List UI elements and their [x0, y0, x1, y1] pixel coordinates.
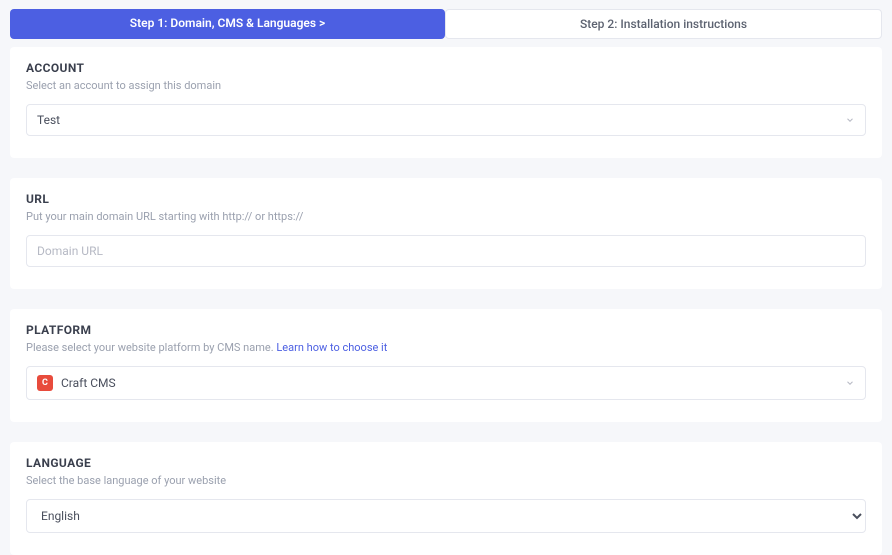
tab-step1[interactable]: Step 1: Domain, CMS & Languages >: [10, 9, 445, 39]
url-subtitle: Put your main domain URL starting with h…: [26, 210, 866, 223]
platform-select-value: Craft CMS: [61, 376, 116, 390]
platform-title: PLATFORM: [26, 323, 866, 337]
chevron-down-icon: [845, 378, 855, 388]
platform-sub-text: Please select your website platform by C…: [26, 341, 276, 354]
platform-select[interactable]: C Craft CMS: [26, 366, 866, 400]
account-title: ACCOUNT: [26, 61, 866, 75]
url-title: URL: [26, 192, 866, 206]
url-input-wrapper: [26, 235, 866, 267]
chevron-down-icon: [845, 115, 855, 125]
account-card: ACCOUNT Select an account to assign this…: [10, 47, 882, 158]
language-select[interactable]: English: [26, 499, 866, 533]
platform-subtitle: Please select your website platform by C…: [26, 341, 866, 354]
wizard-tabs: Step 1: Domain, CMS & Languages > Step 2…: [0, 0, 892, 39]
language-subtitle: Select the base language of your website: [26, 474, 866, 487]
craft-cms-icon: C: [37, 375, 53, 391]
account-select[interactable]: Test: [26, 104, 866, 136]
account-subtitle: Select an account to assign this domain: [26, 79, 866, 92]
platform-card: PLATFORM Please select your website plat…: [10, 309, 882, 422]
language-card: LANGUAGE Select the base language of you…: [10, 442, 882, 555]
language-title: LANGUAGE: [26, 456, 866, 470]
url-input[interactable]: [37, 244, 855, 258]
learn-how-link[interactable]: Learn how to choose it: [276, 341, 387, 354]
url-card: URL Put your main domain URL starting wi…: [10, 178, 882, 289]
tab-step2[interactable]: Step 2: Installation instructions: [445, 9, 882, 39]
account-select-value: Test: [37, 113, 60, 127]
